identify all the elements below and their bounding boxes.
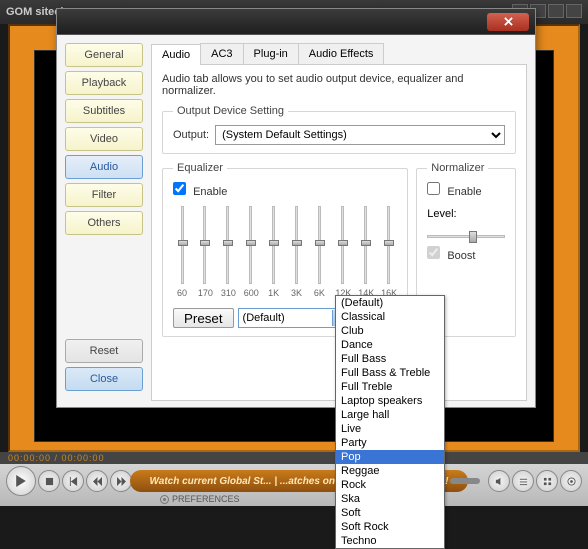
content-tabs: Audio AC3 Plug-in Audio Effects [151, 43, 527, 65]
tab-plugin[interactable]: Plug-in [243, 43, 299, 64]
output-label: Output: [173, 129, 209, 141]
preset-option[interactable]: Reggae [336, 464, 444, 478]
preset-option[interactable]: Pop [336, 450, 444, 464]
layout-button[interactable] [548, 4, 564, 18]
grid-icon [543, 477, 552, 486]
preset-option[interactable]: Ska [336, 492, 444, 506]
player-controls-bar: 00:00:00 / 00:00:00 Watch current Global… [0, 452, 588, 506]
panel-description: Audio tab allows you to set audio output… [162, 73, 516, 97]
sidebar-item-playback[interactable]: Playback [65, 71, 143, 95]
close-app-button[interactable] [566, 4, 582, 18]
preset-option[interactable]: Full Bass [336, 352, 444, 366]
eq-slider[interactable] [335, 206, 349, 284]
reset-button[interactable]: Reset [65, 339, 143, 363]
prev-button[interactable] [62, 470, 84, 492]
category-sidebar: General Playback Subtitles Video Audio F… [65, 43, 143, 239]
close-button[interactable]: Close [65, 367, 143, 391]
sidebar-item-audio[interactable]: Audio [65, 155, 143, 179]
menu-a-button[interactable] [512, 470, 534, 492]
eq-slider[interactable] [221, 206, 235, 284]
preset-option[interactable]: Techno [336, 534, 444, 548]
equalizer-enable-label: Enable [193, 186, 227, 198]
play-icon [15, 475, 27, 487]
close-icon [504, 17, 513, 26]
dialog-close-button[interactable] [487, 13, 529, 31]
fwd-icon [117, 477, 126, 486]
eq-slider[interactable] [175, 206, 189, 284]
tab-audio[interactable]: Audio [151, 44, 201, 65]
level-slider[interactable] [427, 226, 505, 246]
eq-slider[interactable] [244, 206, 258, 284]
normalizer-legend: Normalizer [427, 162, 488, 174]
boost-checkbox[interactable] [427, 246, 440, 259]
time-display: 00:00:00 / 00:00:00 [8, 453, 105, 463]
gear-small-icon [160, 495, 169, 504]
volume-slider[interactable] [450, 478, 480, 484]
eq-slider[interactable] [312, 206, 326, 284]
output-device-select[interactable]: (System Default Settings) [215, 125, 505, 145]
preset-combo[interactable]: (Default) [238, 308, 348, 328]
preset-option[interactable]: Club [336, 324, 444, 338]
rewind-icon [93, 477, 102, 486]
dialog-titlebar[interactable] [57, 9, 535, 35]
boost-option[interactable]: Boost [427, 250, 475, 262]
play-button[interactable] [6, 466, 36, 496]
equalizer-enable[interactable]: Enable [173, 186, 227, 198]
sidebar-item-filter[interactable]: Filter [65, 183, 143, 207]
boost-label: Boost [447, 250, 475, 262]
timeline[interactable]: 00:00:00 / 00:00:00 [0, 452, 588, 464]
prev-icon [69, 477, 78, 486]
preferences-dialog: General Playback Subtitles Video Audio F… [56, 8, 536, 408]
rewind-button[interactable] [86, 470, 108, 492]
sidebar-item-others[interactable]: Others [65, 211, 143, 235]
mute-button[interactable] [488, 470, 510, 492]
preset-button[interactable]: Preset [173, 308, 234, 328]
sidebar-item-general[interactable]: General [65, 43, 143, 67]
eq-slider[interactable] [290, 206, 304, 284]
preset-option[interactable]: Soft [336, 506, 444, 520]
preset-option[interactable]: Live [336, 422, 444, 436]
preset-dropdown-list[interactable]: (Default) Classical Club Dance Full Bass… [335, 295, 445, 549]
stop-icon [45, 477, 54, 486]
tab-audio-effects[interactable]: Audio Effects [298, 43, 385, 64]
eq-slider[interactable] [358, 206, 372, 284]
eq-slider[interactable] [198, 206, 212, 284]
equalizer-enable-checkbox[interactable] [173, 182, 186, 195]
normalizer-enable[interactable]: Enable [427, 186, 481, 198]
menu-b-button[interactable] [536, 470, 558, 492]
menu-icon [519, 477, 528, 486]
speaker-icon [495, 477, 504, 486]
sidebar-item-subtitles[interactable]: Subtitles [65, 99, 143, 123]
preset-option[interactable]: (Default) [336, 296, 444, 310]
preset-option[interactable]: Classical [336, 310, 444, 324]
output-device-group: Output Device Setting Output: (System De… [162, 105, 516, 154]
prefs-link[interactable]: PREFERENCES [160, 494, 240, 504]
preset-option[interactable]: Rock [336, 478, 444, 492]
preset-option[interactable]: Laptop speakers [336, 394, 444, 408]
tab-ac3[interactable]: AC3 [200, 43, 243, 64]
preset-option[interactable]: Party [336, 436, 444, 450]
eq-slider[interactable] [267, 206, 281, 284]
preset-value: (Default) [243, 312, 285, 324]
output-legend: Output Device Setting [173, 105, 288, 117]
preset-option[interactable]: Large hall [336, 408, 444, 422]
normalizer-enable-checkbox[interactable] [427, 182, 440, 195]
stop-button[interactable] [38, 470, 60, 492]
level-label: Level: [427, 208, 456, 220]
sidebar-item-video[interactable]: Video [65, 127, 143, 151]
preset-option[interactable]: Soft Rock [336, 520, 444, 534]
eq-sliders [173, 206, 397, 284]
equalizer-legend: Equalizer [173, 162, 227, 174]
gear-icon [567, 477, 576, 486]
preset-option[interactable]: Dance [336, 338, 444, 352]
prefs-label: PREFERENCES [172, 494, 240, 504]
preset-option[interactable]: Full Bass & Treble [336, 366, 444, 380]
settings-button[interactable] [560, 470, 582, 492]
normalizer-enable-label: Enable [447, 186, 481, 198]
eq-slider[interactable] [381, 206, 395, 284]
fwd-button[interactable] [110, 470, 132, 492]
preset-option[interactable]: Full Treble [336, 380, 444, 394]
